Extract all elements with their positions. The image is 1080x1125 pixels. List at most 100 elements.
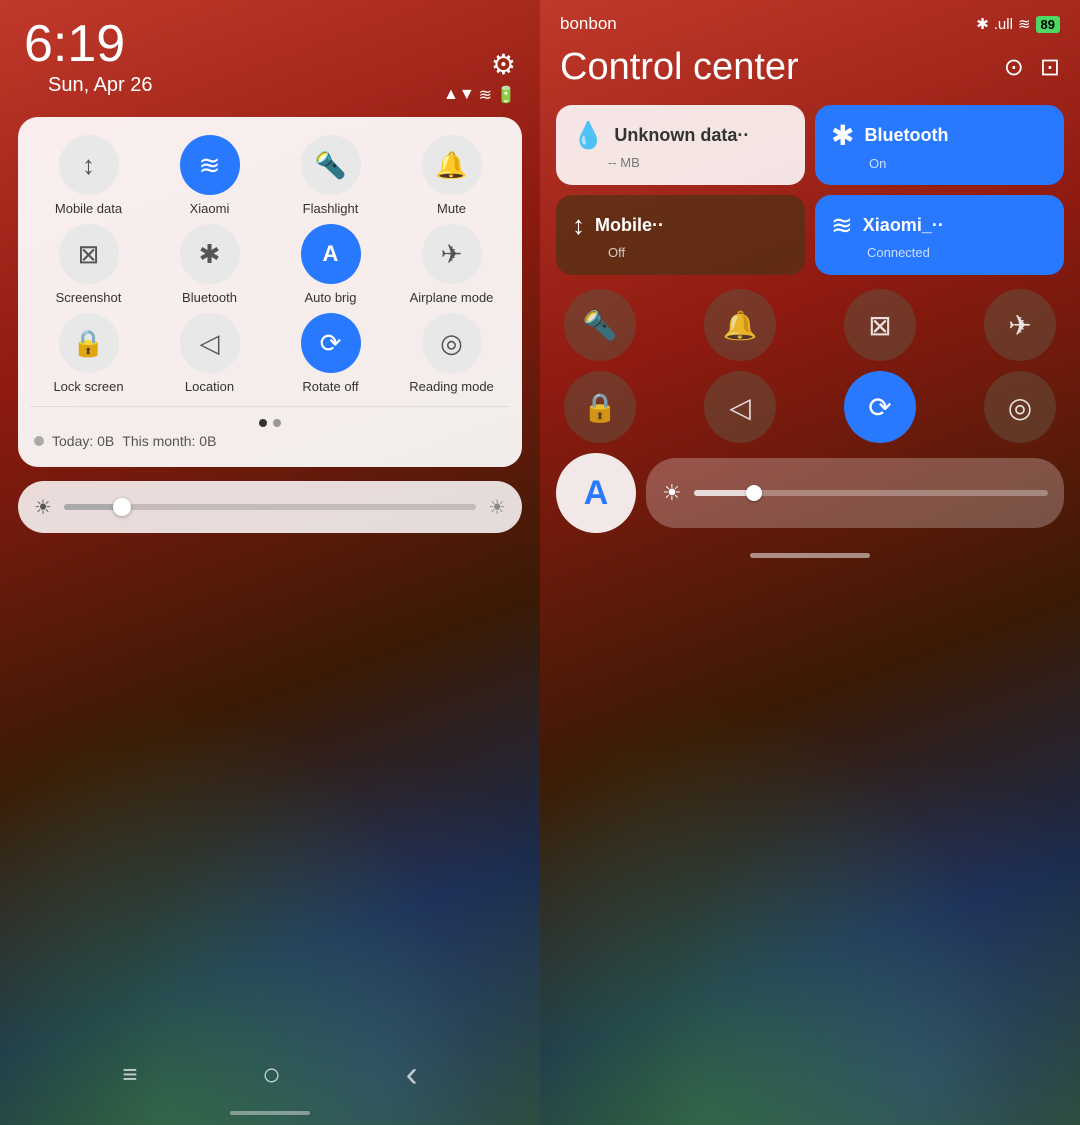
screenshot-icon: ⊠ (59, 224, 119, 284)
cc-icon-rotate[interactable]: ⟳ (844, 371, 916, 443)
qs-item-rotate[interactable]: ⟳ Rotate off (272, 313, 389, 394)
qs-item-mobile-data[interactable]: ↕ Mobile data (30, 135, 147, 216)
flashlight-label: Flashlight (303, 201, 359, 216)
bluetooth-label: Bluetooth (182, 290, 237, 305)
brightness-high-icon: ☀ (488, 495, 506, 520)
qs-item-reading[interactable]: ◎ Reading mode (393, 313, 510, 394)
left-phone: 6:19 Sun, Apr 26 ⚙ ▲▼ ≋ 🔋 ↕ Mobile data … (0, 0, 540, 1125)
location-label: Location (185, 379, 234, 394)
cc-tile-mobile-inner: ↕ Mobile·· (572, 210, 789, 241)
bluetooth-status-icon: ✱ (976, 15, 989, 33)
wifi-label: Xiaomi (190, 201, 230, 216)
right-status-bar: bonbon ✱ .ull ≋ 89 (540, 0, 1080, 40)
cc-title: Control center (560, 46, 799, 89)
cc-tiles: 💧 Unknown data·· -- MB ✱ Bluetooth On (540, 105, 1080, 443)
screenshot-label: Screenshot (56, 290, 122, 305)
auto-brightness-label: Auto brig (304, 290, 356, 305)
cc-small-icons-row2: 🔒 ◁ ⟳ ◎ (556, 371, 1064, 443)
wifi-status-icon: ≋ (1018, 15, 1031, 33)
left-date: Sun, Apr 26 (24, 74, 153, 105)
cc-settings-icon[interactable]: ⊙ (1004, 53, 1024, 82)
left-status-bar: 6:19 Sun, Apr 26 ⚙ ▲▼ ≋ 🔋 (0, 0, 540, 109)
home-bar-right (750, 553, 870, 558)
right-phone: bonbon ✱ .ull ≋ 89 Control center ⊙ ⊡ 💧 (540, 0, 1080, 1125)
cc-header: Control center ⊙ ⊡ (540, 40, 1080, 105)
wifi-tile-icon: ≋ (831, 210, 853, 241)
left-top-right: ⚙ ▲▼ ≋ 🔋 (443, 38, 516, 105)
reading-label: Reading mode (409, 379, 494, 394)
nav-home-icon[interactable]: ○ (262, 1056, 281, 1093)
brightness-thumb (113, 498, 131, 516)
location-icon: ◁ (180, 313, 240, 373)
flashlight-icon: 🔦 (301, 135, 361, 195)
qs-item-airplane[interactable]: ✈ Airplane mode (393, 224, 510, 305)
cc-header-icons: ⊙ ⊡ (1004, 53, 1060, 82)
qs-item-flashlight[interactable]: 🔦 Flashlight (272, 135, 389, 216)
wifi-tile-title: Xiaomi_·· (863, 215, 944, 236)
cc-brightness-icon: ☀ (662, 480, 682, 506)
cc-brightness-track[interactable] (694, 490, 1048, 496)
month-label: This month: 0B (122, 433, 216, 449)
qs-item-lock-screen[interactable]: 🔒 Lock screen (30, 313, 147, 394)
cc-icon-lock[interactable]: 🔒 (564, 371, 636, 443)
signal-status-icon: .ull (994, 16, 1013, 33)
bluetooth-tile-subtitle: On (869, 156, 1048, 171)
qs-item-wifi[interactable]: ≋ Xiaomi (151, 135, 268, 216)
brightness-track[interactable] (64, 504, 476, 510)
mobile-tile-icon: ↕ (572, 210, 585, 241)
signal-row: ▲▼ ≋ 🔋 (443, 85, 516, 105)
cc-tile-data[interactable]: 💧 Unknown data·· -- MB (556, 105, 805, 185)
qs-dots (30, 419, 510, 427)
cc-brightness-bar[interactable]: ☀ (646, 458, 1064, 528)
settings-icon[interactable]: ⚙ (491, 48, 516, 81)
nav-back-icon[interactable]: ‹ (406, 1053, 418, 1095)
qs-grid: ↕ Mobile data ≋ Xiaomi 🔦 Flashlight 🔔 Mu… (30, 135, 510, 394)
cc-tile-bluetooth-inner: ✱ Bluetooth (831, 119, 1048, 152)
qs-item-bluetooth[interactable]: ✱ Bluetooth (151, 224, 268, 305)
mobile-tile-title: Mobile·· (595, 215, 664, 236)
cc-auto-brightness-button[interactable]: A (556, 453, 636, 533)
cc-icon-airplane[interactable]: ✈ (984, 289, 1056, 361)
qs-item-auto-brightness[interactable]: A Auto brig (272, 224, 389, 305)
cc-icon-reading[interactable]: ◎ (984, 371, 1056, 443)
mute-icon: 🔔 (422, 135, 482, 195)
cc-tile-wifi[interactable]: ≋ Xiaomi_·· Connected (815, 195, 1064, 275)
qs-item-location[interactable]: ◁ Location (151, 313, 268, 394)
cc-tile-bluetooth[interactable]: ✱ Bluetooth On (815, 105, 1064, 185)
quick-settings-panel: ↕ Mobile data ≋ Xiaomi 🔦 Flashlight 🔔 Mu… (18, 117, 522, 467)
left-time: 6:19 (24, 18, 153, 70)
qs-item-screenshot[interactable]: ⊠ Screenshot (30, 224, 147, 305)
cc-row-1: 💧 Unknown data·· -- MB ✱ Bluetooth On (556, 105, 1064, 185)
nav-bar-left: ≡ ○ ‹ (0, 1053, 540, 1095)
rotate-label: Rotate off (302, 379, 358, 394)
wifi-icon: ≋ (479, 85, 492, 105)
brightness-low-icon: ☀ (34, 495, 52, 520)
cc-icon-screenshot[interactable]: ⊠ (844, 289, 916, 361)
lock-screen-icon: 🔒 (59, 313, 119, 373)
brightness-bar-left[interactable]: ☀ ☀ (18, 481, 522, 533)
cc-icon-location[interactable]: ◁ (704, 371, 776, 443)
airplane-icon: ✈ (422, 224, 482, 284)
bluetooth-tile-title: Bluetooth (864, 125, 948, 146)
cc-bottom-row: A ☀ (540, 453, 1080, 533)
home-bar-left (230, 1111, 310, 1115)
cc-icon-flashlight[interactable]: 🔦 (564, 289, 636, 361)
reading-icon: ◎ (422, 313, 482, 373)
mobile-data-icon: ↕ (59, 135, 119, 195)
wifi-toggle-icon: ≋ (180, 135, 240, 195)
data-indicator (34, 436, 44, 446)
signal-icon: ▲▼ (443, 86, 475, 104)
data-tile-title: Unknown data·· (614, 125, 749, 146)
carrier-label: bonbon (560, 14, 617, 34)
cc-icon-notification[interactable]: 🔔 (704, 289, 776, 361)
qs-dot-1 (259, 419, 267, 427)
mobile-tile-subtitle: Off (608, 245, 789, 260)
right-content: bonbon ✱ .ull ≋ 89 Control center ⊙ ⊡ 💧 (540, 0, 1080, 558)
cc-edit-icon[interactable]: ⊡ (1040, 53, 1060, 82)
qs-divider (30, 406, 510, 407)
cc-tile-mobile[interactable]: ↕ Mobile·· Off (556, 195, 805, 275)
nav-menu-icon[interactable]: ≡ (122, 1059, 137, 1090)
wifi-tile-subtitle: Connected (867, 245, 1048, 260)
qs-item-mute[interactable]: 🔔 Mute (393, 135, 510, 216)
auto-brightness-icon: A (301, 224, 361, 284)
